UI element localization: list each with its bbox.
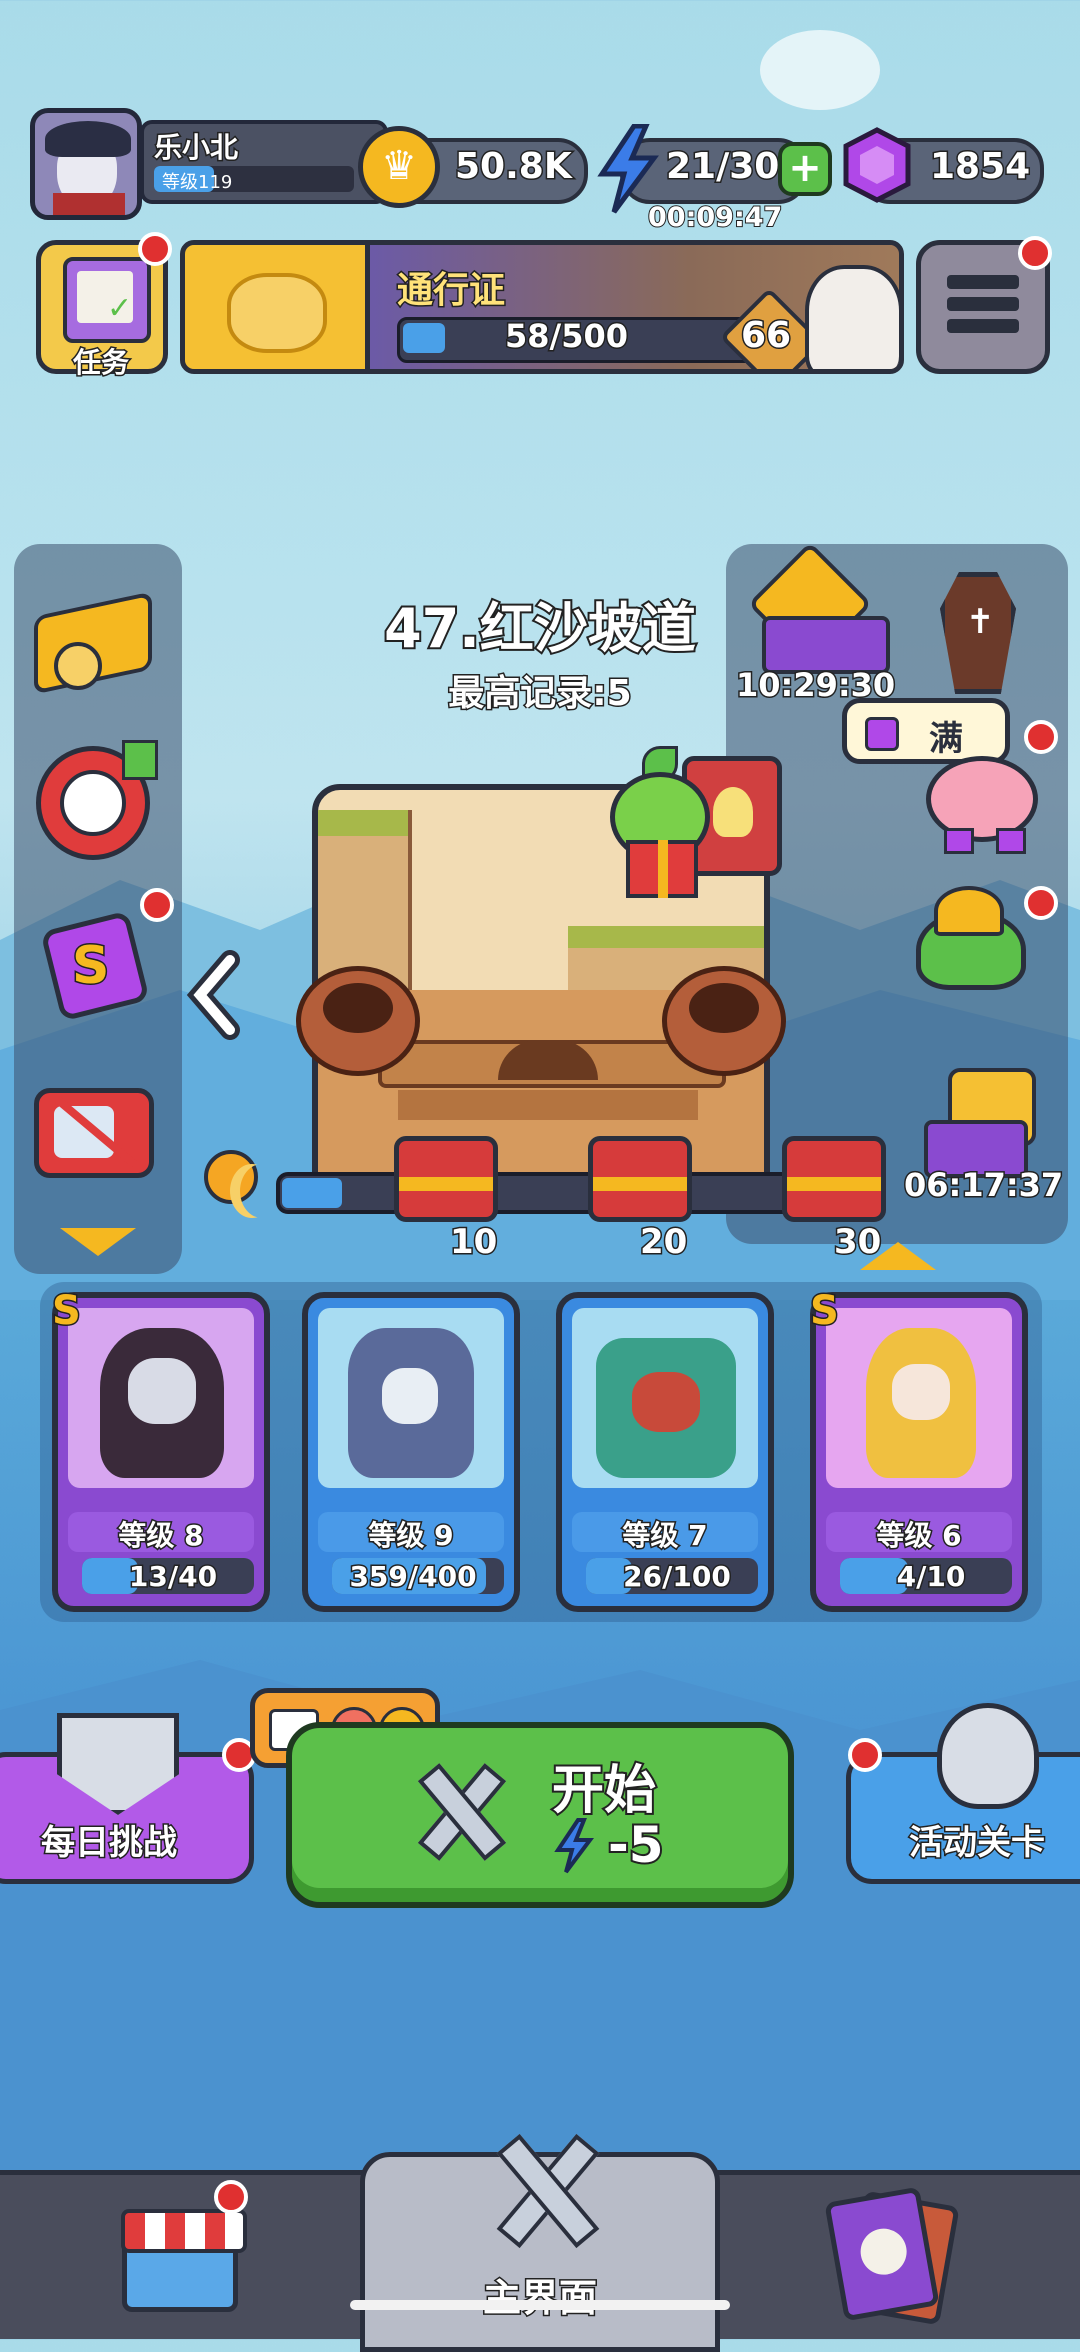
reward-chest-1-label: 10 [448,1221,498,1264]
hero-card-3-level: 等级 7 [621,1518,709,1554]
daily-challenge-label: 每日挑战 [40,1822,179,1865]
crossed-swords-nav-icon [493,2129,600,2249]
pumpkin-icon [227,273,327,353]
hero-card-1-level: 等级 8 [117,1518,205,1554]
crossed-swords-icon [412,1760,507,1861]
event-stage-button[interactable]: 活动关卡 [846,1703,1080,1884]
player-name: 乐小北 [152,130,239,166]
hero-card-4[interactable]: S 等级 6 4/10 [809,1287,1028,1612]
list-icon [947,275,1019,339]
gem-small-icon [865,717,899,751]
shop-notification-dot [214,2180,248,2214]
hero-card-4-level: 等级 6 [875,1518,963,1554]
hero-card-2-level: 等级 9 [367,1518,455,1554]
no-ads-video-icon[interactable] [34,1082,160,1182]
puzzle-chest-icon[interactable] [924,1068,1054,1178]
energy-timer: 00:09:47 [647,201,783,234]
piggy-bank-icon[interactable] [926,748,1044,854]
player-panel[interactable]: 乐小北 等级119 [30,108,388,220]
main-tab-label: 主界面 [481,2275,598,2322]
priestess-hero-portrait [866,1328,976,1478]
right-cannon-tower [662,966,786,1076]
hero-card-1[interactable]: S 等级 8 13/40 [51,1287,270,1612]
pass-character [805,265,899,369]
hero-card-3[interactable]: 等级 7 26/100 [556,1292,774,1612]
pass-title: 通行证 [395,269,506,313]
reward-chest-3-label: 30 [832,1221,882,1264]
lightning-icon [596,123,660,214]
hero-card-2[interactable]: 等级 9 359/400 [302,1292,520,1612]
skeleton-knight-portrait [348,1328,474,1478]
sprout-gift-mascot[interactable] [602,746,722,906]
event-stage-notification-dot [848,1738,882,1772]
avatar[interactable] [30,108,142,220]
daily-challenge-button[interactable]: 每日挑战 [0,1713,254,1884]
hero-card-4-progress: 4/10 [895,1559,967,1595]
player-level-bar: 等级119 [154,166,354,193]
crown-coin-icon: ♛ [358,126,440,208]
pass-progress-text: 58/500 [503,316,629,357]
s-card-icon[interactable]: S [40,910,150,1022]
target-timer-icon[interactable] [36,740,158,860]
cards-tab[interactable] [824,2186,974,2326]
pass-banner[interactable]: 通行证 58/500 66 [180,240,904,374]
reward-chest-2-label: 20 [638,1221,688,1264]
stage-progress-fill [282,1178,342,1208]
gem-amount: 1854 [928,145,1031,189]
tasks-label: 任务 [71,345,130,381]
coin-amount: 50.8K [454,145,574,189]
add-energy-button[interactable]: + [778,142,832,196]
hero-card-4-rank: S [809,1287,841,1336]
slime-notification-dot [1024,886,1058,920]
tasks-notification-dot [138,232,172,266]
start-cost: -5 [606,1814,666,1876]
cloud [760,30,880,110]
sword-shield-icon [937,1703,1039,1809]
main-tab[interactable]: 主界面 [360,2133,720,2352]
prev-stage-arrow[interactable] [186,950,246,1040]
shield-crossed-icon [57,1713,179,1815]
hero-card-1-rank: S [51,1287,83,1336]
player-level-label: 等级119 [162,172,233,193]
green-slime-icon[interactable] [912,880,1032,1000]
shop-icon [121,2209,247,2312]
reward-chest-1[interactable] [394,1136,498,1222]
clipboard-icon: ✓ [63,257,151,343]
lightning-small-icon [554,1818,594,1874]
gem-icon [838,126,916,204]
menu-notification-dot [1018,236,1052,270]
start-label: 开始 [550,1759,658,1823]
stage-best-record: 最高记录:5 [447,672,633,716]
pass-level: 66 [739,314,792,358]
start-button[interactable]: 开始 -5 [286,1722,794,1908]
s-card-notification-dot [140,888,174,922]
home-indicator [350,2300,730,2310]
pass-progress-fill [403,323,445,353]
hero-card-3-progress: 26/100 [622,1559,733,1595]
left-cannon-tower [296,966,420,1076]
hero-card-1-progress: 13/40 [127,1559,218,1595]
reward-chest-3[interactable] [782,1136,886,1222]
event-stage-label: 活动关卡 [908,1822,1047,1865]
boar-totem-portrait [596,1338,736,1478]
energy-amount: 21/30 [664,145,780,189]
vampire-hero-portrait [100,1328,224,1478]
reward-chest-2[interactable] [588,1136,692,1222]
pass-ticket [185,245,370,369]
scroll-down-arrow[interactable] [60,1228,136,1256]
hero-card-2-progress: 359/400 [348,1559,478,1595]
stage-title: 47.红沙坡道 [382,595,698,662]
puzzle-chest-timer: 06:17:37 [902,1165,1064,1206]
stage-progress-bar [276,1172,800,1214]
